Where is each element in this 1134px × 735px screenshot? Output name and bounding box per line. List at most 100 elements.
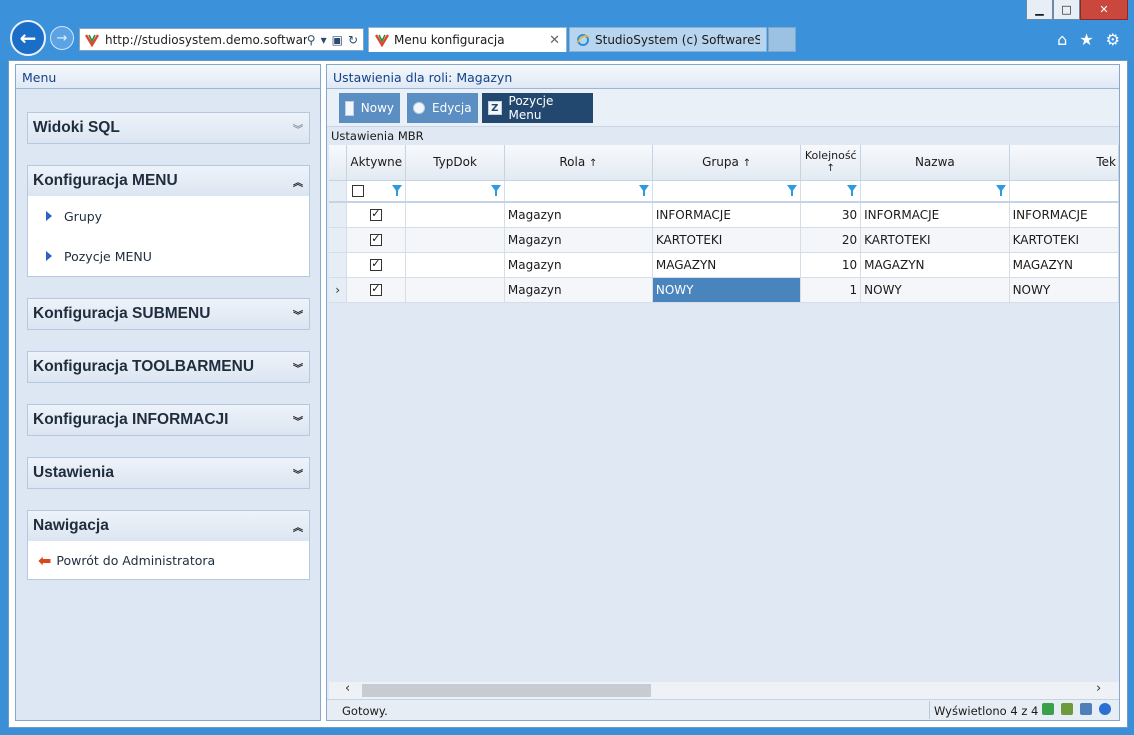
cell-aktywne[interactable]: [346, 277, 407, 303]
cell-typdok[interactable]: [405, 227, 505, 253]
menu-item-powrot-do-administratora[interactable]: ⬅ Powrót do Administratora: [28, 541, 309, 579]
cell-rola[interactable]: Magazyn: [504, 202, 653, 228]
cell-tekst[interactable]: NOWY: [1009, 277, 1119, 303]
filter-nazwa[interactable]: [860, 180, 1010, 203]
row-indicator[interactable]: [329, 202, 348, 228]
dropdown-icon[interactable]: ▾: [321, 33, 327, 47]
minimize-button[interactable]: ▁: [1026, 0, 1053, 20]
maximize-button[interactable]: □: [1053, 0, 1080, 20]
filter-aktywne[interactable]: [346, 180, 407, 203]
section-header[interactable]: Widoki SQL ︾: [28, 113, 309, 143]
section-konfiguracja-submenu[interactable]: Konfiguracja SUBMENU ︾: [27, 298, 310, 330]
column-header-grupa[interactable]: Grupa ↑: [652, 145, 802, 181]
scrollbar-thumb[interactable]: [362, 684, 651, 697]
section-nawigacja[interactable]: Nawigacja ︽ ⬅ Powrót do Administratora: [27, 510, 310, 580]
print-icon[interactable]: [1080, 703, 1092, 715]
expand-chevron-icon[interactable]: ︾: [293, 413, 303, 428]
row-indicator[interactable]: [329, 252, 348, 278]
section-ustawienia[interactable]: Ustawienia ︾: [27, 457, 310, 489]
expand-chevron-icon[interactable]: ︾: [293, 360, 303, 375]
scroll-right-icon[interactable]: ›: [1096, 681, 1101, 696]
refresh-icon[interactable]: [1042, 703, 1054, 715]
cell-nazwa[interactable]: KARTOTEKI: [860, 227, 1010, 253]
cell-kolejnosc[interactable]: 10: [800, 252, 862, 278]
cell-typdok[interactable]: [405, 252, 505, 278]
cell-kolejnosc[interactable]: 30: [800, 202, 862, 228]
cell-tekst[interactable]: INFORMACJE: [1009, 202, 1119, 228]
table-row[interactable]: Magazyn KARTOTEKI 20 KARTOTEKI KARTOTEKI: [329, 227, 1119, 253]
section-header[interactable]: Nawigacja ︽: [28, 511, 309, 541]
scroll-left-icon[interactable]: ‹: [345, 681, 350, 696]
table-row[interactable]: Magazyn INFORMACJE 30 INFORMACJE INFORMA…: [329, 202, 1119, 228]
cell-tekst[interactable]: KARTOTEKI: [1009, 227, 1119, 253]
column-header-rola[interactable]: Rola ↑: [504, 145, 653, 181]
cell-kolejnosc[interactable]: 20: [800, 227, 862, 253]
close-tab-icon[interactable]: ✕: [549, 33, 560, 48]
favorites-star-icon[interactable]: ★: [1079, 30, 1093, 49]
compat-view-icon[interactable]: ▣: [332, 33, 343, 47]
cell-kolejnosc[interactable]: 1: [800, 277, 862, 303]
filter-typdok[interactable]: [405, 180, 505, 203]
home-icon[interactable]: ⌂: [1057, 30, 1067, 49]
edit-button[interactable]: Edycja: [407, 93, 478, 123]
cell-nazwa[interactable]: MAGAZYN: [860, 252, 1010, 278]
filter-funnel-icon[interactable]: [490, 184, 501, 196]
column-header-typdok[interactable]: TypDok: [405, 145, 505, 181]
menu-item-grupy[interactable]: Grupy: [28, 196, 309, 236]
cell-nazwa[interactable]: NOWY: [860, 277, 1010, 303]
section-konfiguracja-menu[interactable]: Konfiguracja MENU ︽ Grupy Pozycje MENU: [27, 165, 310, 277]
address-url[interactable]: http://studiosystem.demo.softwar...: [105, 33, 307, 47]
menu-item-pozycje-menu[interactable]: Pozycje MENU: [28, 236, 309, 276]
expand-chevron-icon[interactable]: ︾: [293, 121, 303, 136]
cell-aktywne[interactable]: [346, 227, 407, 253]
cell-typdok[interactable]: [405, 277, 505, 303]
filter-grupa[interactable]: [652, 180, 802, 203]
expand-chevron-icon[interactable]: ︾: [293, 466, 303, 481]
section-header[interactable]: Konfiguracja TOOLBARMENU ︾: [28, 352, 309, 382]
expand-chevron-icon[interactable]: ︾: [293, 307, 303, 322]
cell-rola[interactable]: Magazyn: [504, 227, 653, 253]
column-header-aktywne[interactable]: Aktywne: [346, 145, 407, 181]
section-konfiguracja-toolbarmenu[interactable]: Konfiguracja TOOLBARMENU ︾: [27, 351, 310, 383]
address-bar[interactable]: http://studiosystem.demo.softwar... ⚲ ▾ …: [79, 28, 364, 51]
close-window-button[interactable]: ✕: [1080, 0, 1128, 20]
tab-studiosystem[interactable]: StudioSystem (c) SoftwareStud...: [569, 27, 767, 52]
cell-rola[interactable]: Magazyn: [504, 252, 653, 278]
horizontal-scrollbar[interactable]: ‹ ›: [329, 681, 1119, 699]
current-row-indicator[interactable]: ›: [329, 277, 348, 303]
export-icon[interactable]: [1061, 703, 1073, 715]
cell-grupa[interactable]: MAGAZYN: [652, 252, 802, 278]
section-header[interactable]: Konfiguracja SUBMENU ︾: [28, 299, 309, 329]
cell-typdok[interactable]: [405, 202, 505, 228]
cell-grupa[interactable]: INFORMACJE: [652, 202, 802, 228]
new-button[interactable]: Nowy: [339, 93, 400, 123]
menu-items-button[interactable]: Z Pozycje Menu: [482, 93, 593, 123]
filter-funnel-icon[interactable]: [392, 184, 403, 196]
table-row[interactable]: Magazyn MAGAZYN 10 MAGAZYN MAGAZYN: [329, 252, 1119, 278]
new-tab-button[interactable]: [768, 27, 796, 52]
cell-aktywne[interactable]: [346, 252, 407, 278]
filter-kolejnosc[interactable]: [800, 180, 862, 203]
active-checkbox[interactable]: [370, 257, 383, 271]
collapse-chevron-icon[interactable]: ︽: [293, 519, 303, 534]
filter-rola[interactable]: [504, 180, 653, 203]
filter-funnel-icon[interactable]: [995, 184, 1006, 196]
search-icon[interactable]: ⚲: [307, 33, 316, 47]
column-header-tekst[interactable]: Tek: [1009, 145, 1119, 181]
section-header[interactable]: Ustawienia ︾: [28, 458, 309, 488]
collapse-chevron-icon[interactable]: ︽: [293, 174, 303, 189]
help-icon[interactable]: [1099, 703, 1111, 715]
forward-button[interactable]: →: [50, 26, 74, 50]
section-widoki-sql[interactable]: Widoki SQL ︾: [27, 112, 310, 144]
active-checkbox[interactable]: [370, 207, 383, 222]
active-checkbox[interactable]: [370, 232, 383, 246]
cell-grupa-selected[interactable]: NOWY: [652, 277, 802, 303]
cell-aktywne[interactable]: [346, 202, 407, 228]
filter-checkbox[interactable]: [352, 185, 365, 198]
cell-rola[interactable]: Magazyn: [504, 277, 653, 303]
cell-tekst[interactable]: MAGAZYN: [1009, 252, 1119, 278]
row-indicator[interactable]: [329, 227, 348, 253]
tab-menu-konfiguracja[interactable]: Menu konfiguracja ✕: [368, 27, 567, 52]
settings-gear-icon[interactable]: ⚙: [1106, 30, 1120, 49]
column-header-nazwa[interactable]: Nazwa: [860, 145, 1010, 181]
